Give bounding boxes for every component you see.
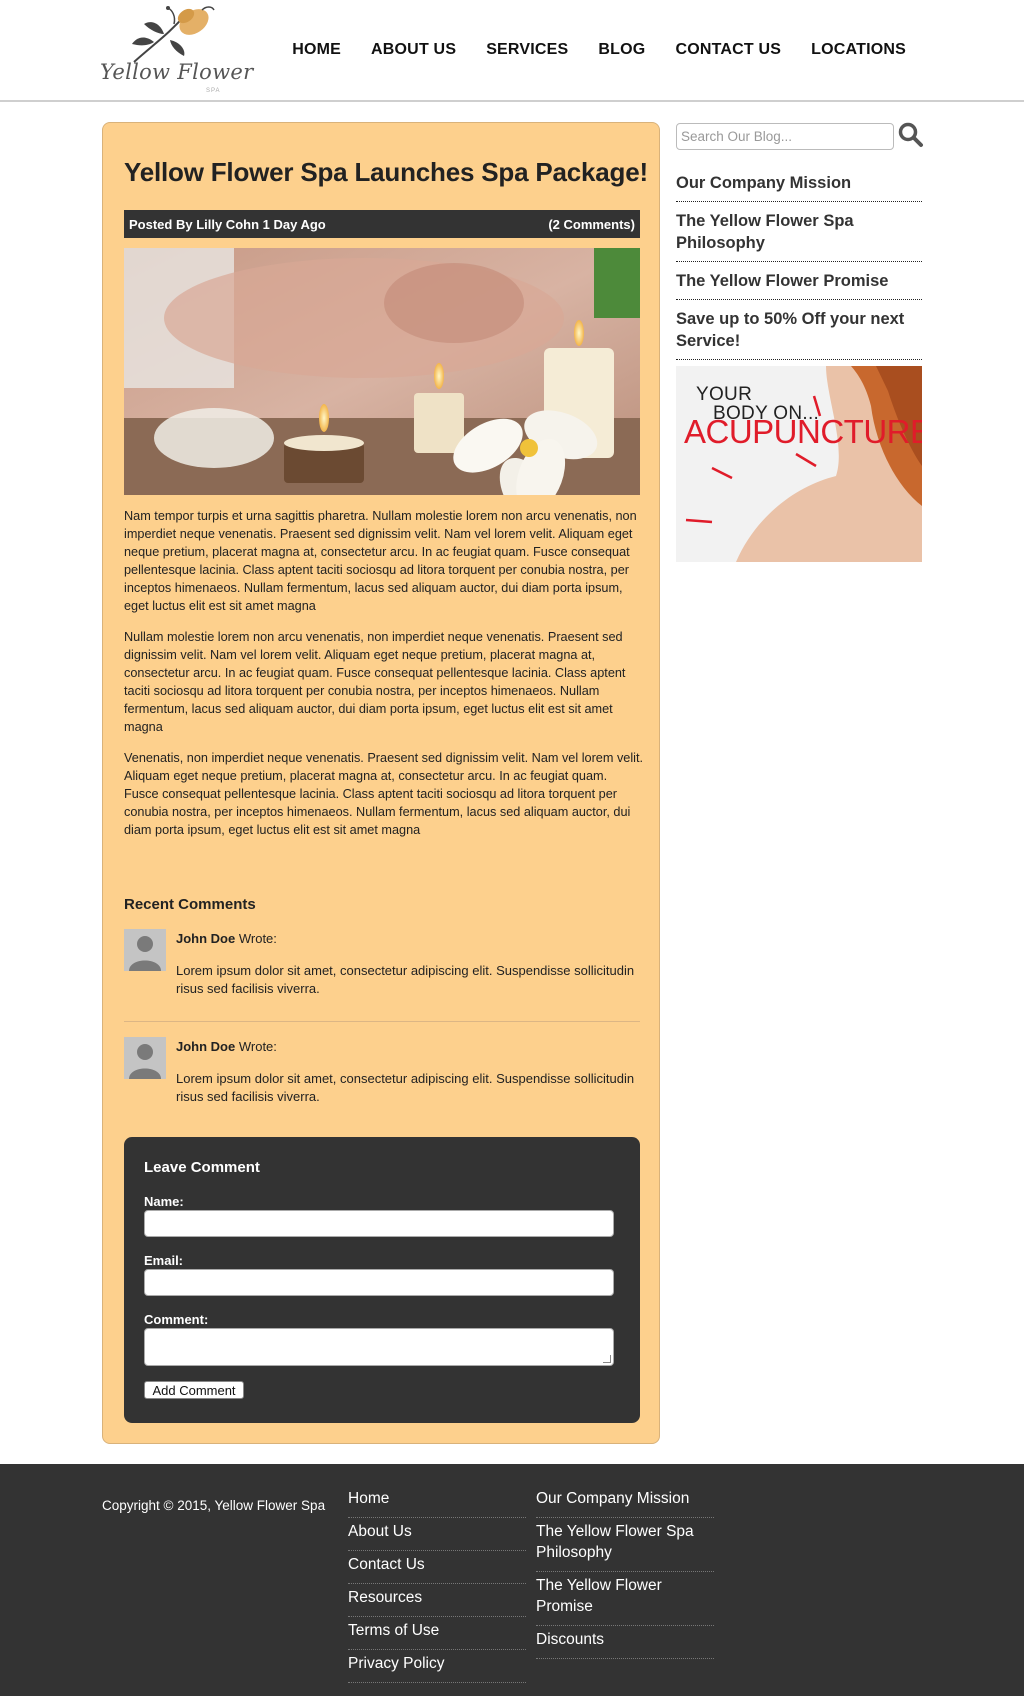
- site-logo[interactable]: Yellow Flower SPA: [100, 4, 253, 94]
- leave-comment-title: Leave Comment: [144, 1159, 260, 1176]
- logo-text: Yellow Flower: [100, 60, 254, 84]
- comment-text: Lorem ipsum dolor sit amet, consectetur …: [176, 1071, 635, 1104]
- name-field[interactable]: [144, 1210, 614, 1237]
- footer-link-mission[interactable]: Our Company Mission: [536, 1488, 714, 1518]
- comment-author: John Doe: [176, 931, 236, 946]
- footer-link-home[interactable]: Home: [348, 1488, 526, 1518]
- resize-handle-icon[interactable]: [603, 1355, 611, 1363]
- comment-wrote: Wrote:: [235, 1039, 277, 1054]
- site-header: Yellow Flower SPA HOME ABOUT US SERVICES…: [0, 0, 1024, 102]
- comment-author: John Doe: [176, 1039, 236, 1054]
- comment-author-line: John Doe Wrote:: [176, 1039, 277, 1054]
- sidebar-links: Our Company Mission The Yellow Flower Sp…: [676, 172, 922, 368]
- nav-home[interactable]: HOME: [292, 41, 341, 59]
- footer-link-resources[interactable]: Resources: [348, 1587, 526, 1617]
- ad-line-3: ACUPUNCTURE: [684, 413, 922, 450]
- post-title: Yellow Flower Spa Launches Spa Package!: [124, 157, 648, 187]
- footer-link-terms[interactable]: Terms of Use: [348, 1620, 526, 1650]
- acupuncture-ad-banner[interactable]: YOUR BODY ON... ACUPUNCTURE: [676, 366, 922, 562]
- post-paragraph: Venenatis, non imperdiet neque venenatis…: [124, 751, 644, 837]
- search-input[interactable]: [676, 123, 894, 150]
- post-body: Nam tempor turpis et urna sagittis phare…: [124, 507, 644, 852]
- sidebar-link-philosophy[interactable]: The Yellow Flower Spa Philosophy: [676, 210, 922, 262]
- site-footer: Copyright © 2015, Yellow Flower Spa Home…: [0, 1464, 1024, 1696]
- recent-comments-title: Recent Comments: [124, 896, 256, 913]
- email-field[interactable]: [144, 1269, 614, 1296]
- sidebar-link-mission[interactable]: Our Company Mission: [676, 172, 922, 202]
- copyright-text: Copyright © 2015, Yellow Flower Spa: [102, 1498, 326, 1513]
- footer-link-discounts[interactable]: Discounts: [536, 1629, 714, 1659]
- sidebar-link-promise[interactable]: The Yellow Flower Promise: [676, 270, 922, 300]
- add-comment-button[interactable]: Add Comment: [144, 1381, 244, 1399]
- footer-nav-col-1: Home About Us Contact Us Resources Terms…: [348, 1488, 526, 1686]
- nav-about-us[interactable]: ABOUT US: [371, 41, 456, 59]
- nav-blog[interactable]: BLOG: [598, 41, 645, 59]
- footer-nav-col-2: Our Company Mission The Yellow Flower Sp…: [536, 1488, 714, 1662]
- footer-link-privacy[interactable]: Privacy Policy: [348, 1653, 526, 1683]
- leave-comment-form: Leave Comment Name: Email: Comment: Add …: [124, 1137, 640, 1423]
- comment-author-line: John Doe Wrote:: [176, 931, 277, 946]
- comment-divider: [124, 1021, 640, 1022]
- nav-locations[interactable]: LOCATIONS: [811, 41, 906, 59]
- email-label: Email:: [144, 1253, 184, 1268]
- comment-wrote: Wrote:: [235, 931, 277, 946]
- search-icon[interactable]: [898, 122, 924, 148]
- nav-services[interactable]: SERVICES: [486, 41, 568, 59]
- post-hero-image: [124, 248, 640, 495]
- footer-link-philosophy[interactable]: The Yellow Flower Spa Philosophy: [536, 1521, 714, 1572]
- sidebar-link-discount[interactable]: Save up to 50% Off your next Service!: [676, 308, 922, 360]
- comments-count-link[interactable]: (2 Comments): [548, 217, 635, 232]
- avatar: [124, 929, 166, 971]
- posted-by-prefix: Posted By: [129, 217, 197, 232]
- footer-link-contact-us[interactable]: Contact Us: [348, 1554, 526, 1584]
- post-paragraph: Nullam molestie lorem non arcu venenatis…: [124, 630, 626, 734]
- comment-text: Lorem ipsum dolor sit amet, consectetur …: [176, 963, 635, 996]
- name-label: Name:: [144, 1194, 184, 1209]
- avatar: [124, 1037, 166, 1079]
- spa-photo-image: [124, 248, 640, 495]
- user-silhouette-icon: [124, 1037, 166, 1079]
- flower-logo-icon: [132, 6, 215, 63]
- post-paragraph: Nam tempor turpis et urna sagittis phare…: [124, 509, 637, 613]
- post-meta-bar: Posted By Lilly Cohn 1 Day Ago (2 Commen…: [124, 210, 640, 238]
- comment-label: Comment:: [144, 1312, 209, 1327]
- blog-post: Yellow Flower Spa Launches Spa Package! …: [102, 122, 660, 1444]
- footer-link-promise[interactable]: The Yellow Flower Promise: [536, 1575, 714, 1626]
- comment-textarea[interactable]: [144, 1328, 614, 1366]
- user-silhouette-icon: [124, 929, 166, 971]
- nav-contact-us[interactable]: CONTACT US: [675, 41, 781, 59]
- main-nav: HOME ABOUT US SERVICES BLOG CONTACT US L…: [262, 41, 906, 59]
- post-byline: Posted By Lilly Cohn 1 Day Ago: [129, 217, 326, 232]
- footer-link-about-us[interactable]: About Us: [348, 1521, 526, 1551]
- post-author-date: Lilly Cohn 1 Day Ago: [196, 217, 326, 232]
- logo-subtext: SPA: [206, 88, 221, 94]
